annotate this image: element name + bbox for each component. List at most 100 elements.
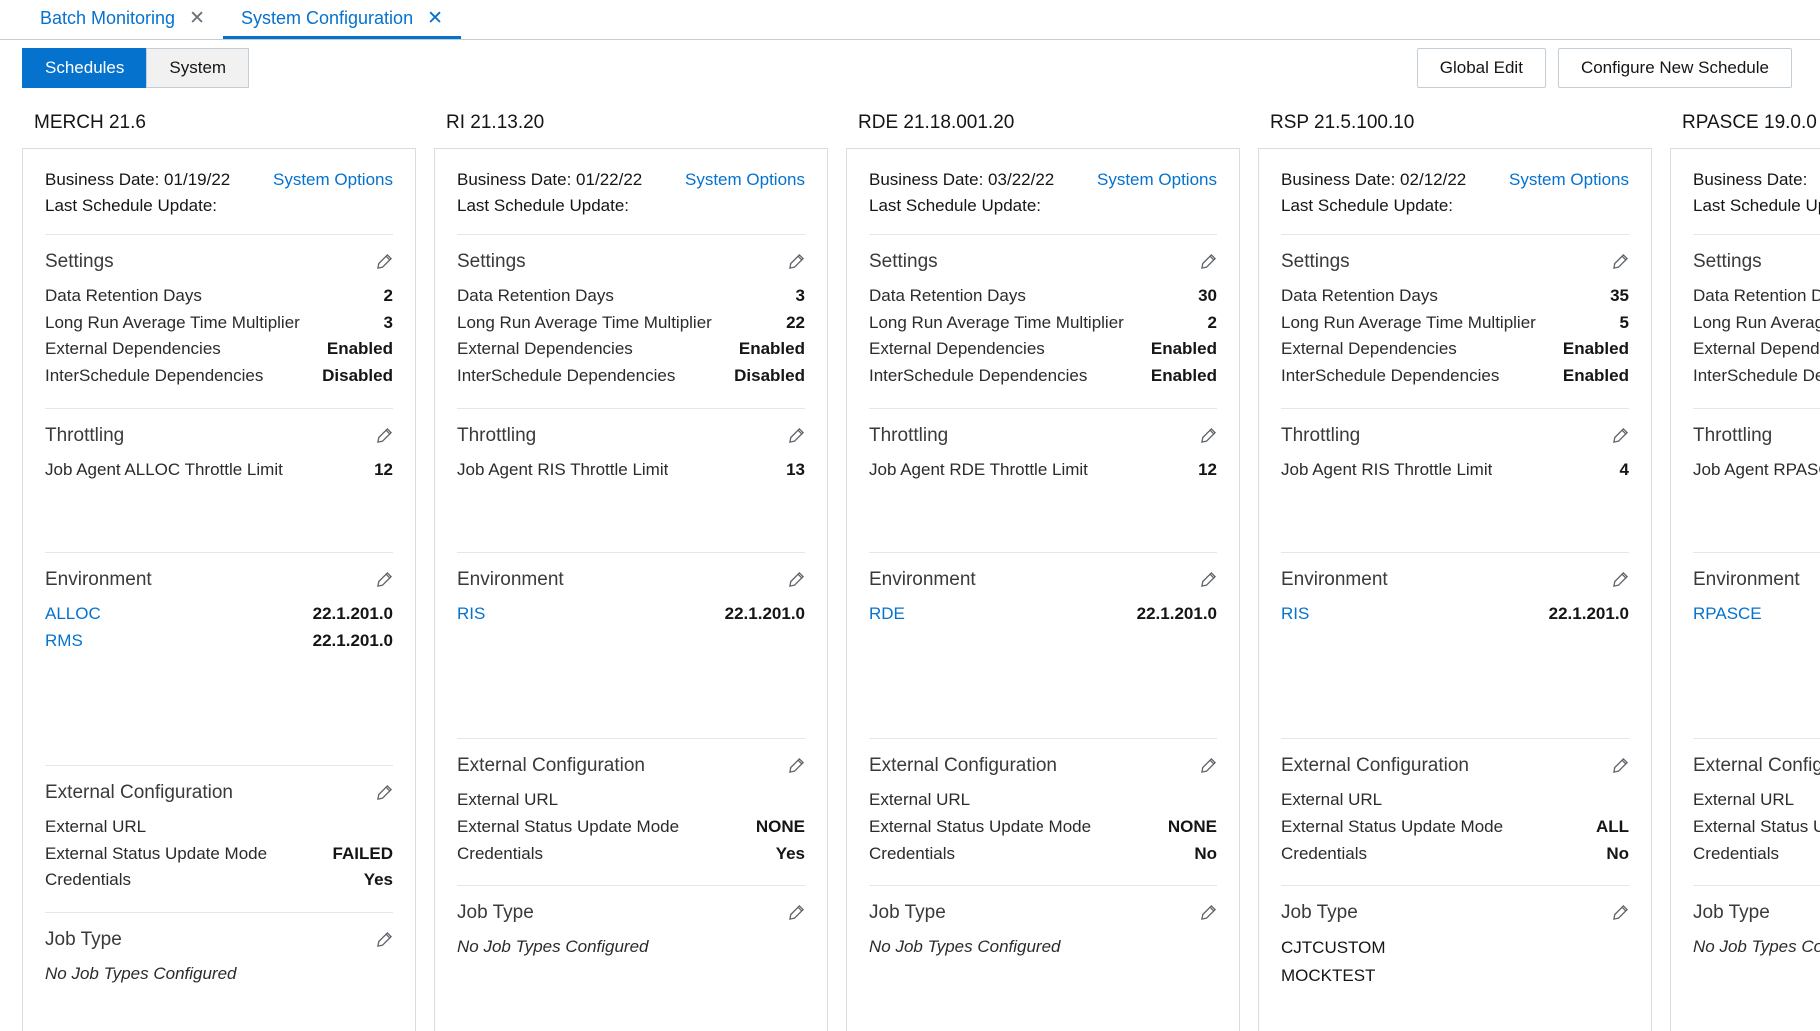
environment-list: RIS 22.1.201.0 <box>457 601 805 628</box>
credentials-value: Yes <box>363 870 393 890</box>
external-status-mode-label: External Status Update Mode <box>869 816 1092 836</box>
edit-pencil-icon[interactable] <box>1199 904 1217 922</box>
environment-spacer <box>45 655 393 747</box>
environment-spacer <box>869 628 1217 720</box>
setting-value: 2 <box>1207 312 1217 332</box>
configure-new-schedule-button[interactable]: Configure New Schedule <box>1557 48 1792 88</box>
card-header: Business Date: 03/22/22 System Options L… <box>869 149 1217 235</box>
edit-pencil-icon[interactable] <box>375 784 393 802</box>
environment-name-link[interactable]: RPASCE <box>1693 601 1762 628</box>
setting-label: Data Retention Days <box>1281 285 1438 305</box>
edit-pencil-icon[interactable] <box>787 253 805 271</box>
system-options-link[interactable]: System Options <box>1097 167 1217 193</box>
setting-value: 30 <box>1198 285 1217 305</box>
environment-row: RIS 22.1.201.0 <box>1281 601 1629 628</box>
edit-pencil-icon[interactable] <box>1611 904 1629 922</box>
setting-label: External Dependencies <box>45 339 221 359</box>
card-header: Business Date: 01/19/22 System Options L… <box>45 149 393 235</box>
no-job-types-note: No Job Types Configured <box>45 964 237 984</box>
setting-row: InterSchedule Dependencies Disabled <box>457 363 805 390</box>
credentials-value: No <box>1606 843 1629 863</box>
environment-spacer <box>457 628 805 720</box>
throttling-section: Throttling Job Agent ALLOC Throttle Limi… <box>45 409 393 553</box>
setting-value: 22 <box>786 312 805 332</box>
edit-pencil-icon[interactable] <box>375 253 393 271</box>
no-job-types-note: No Job Types Configured <box>1693 937 1820 957</box>
throttle-value: 13 <box>786 460 805 480</box>
setting-label: InterSchedule Dependencies <box>45 366 264 386</box>
edit-pencil-icon[interactable] <box>1199 571 1217 589</box>
view-switcher: Schedules System <box>22 48 250 88</box>
last-schedule-update: Last Schedule Update: <box>45 196 218 216</box>
edit-pencil-icon[interactable] <box>375 931 393 949</box>
environment-name-link[interactable]: ALLOC <box>45 601 101 628</box>
environment-name-link[interactable]: RIS <box>457 601 485 628</box>
edit-pencil-icon[interactable] <box>1611 571 1629 589</box>
setting-label: InterSchedule Dependencies <box>1281 366 1500 386</box>
throttle-row: Job Agent RPASCE Throttle Limit <box>1693 457 1820 484</box>
external-row: External URL <box>45 814 393 841</box>
settings-section: Settings Data Retention Days 35 Long Run … <box>1281 235 1629 410</box>
environment-name-link[interactable]: RDE <box>869 601 905 628</box>
schedule-card-wrapper-1: RI 21.13.20 Business Date: 01/22/22 Syst… <box>434 96 846 1031</box>
job-type-title: Job Type <box>1281 902 1358 924</box>
environment-title: Environment <box>1281 568 1388 590</box>
tab-system-configuration[interactable]: System Configuration ✕ <box>223 0 462 39</box>
throttling-section: Throttling Job Agent RDE Throttle Limit 1… <box>869 409 1217 553</box>
edit-pencil-icon[interactable] <box>1199 757 1217 775</box>
no-job-types-note: No Job Types Configured <box>457 937 649 957</box>
edit-pencil-icon[interactable] <box>787 427 805 445</box>
segment-schedules[interactable]: Schedules <box>22 48 147 88</box>
schedule-card: Business Date: 01/22/22 System Options L… <box>434 148 828 1031</box>
global-edit-button[interactable]: Global Edit <box>1416 48 1546 88</box>
environment-title: Environment <box>869 568 976 590</box>
setting-value: Disabled <box>322 366 393 386</box>
environment-name-link[interactable]: RIS <box>1281 601 1309 628</box>
throttle-spacer <box>869 484 1217 534</box>
system-options-link[interactable]: System Options <box>273 167 393 193</box>
edit-pencil-icon[interactable] <box>375 427 393 445</box>
setting-value: 3 <box>795 285 805 305</box>
edit-pencil-icon[interactable] <box>787 904 805 922</box>
setting-value: Enabled <box>738 339 805 359</box>
edit-pencil-icon[interactable] <box>1199 253 1217 271</box>
schedule-card-wrapper-4: RPASCE 19.0.0 Business Date: System Opti… <box>1670 96 1820 1031</box>
schedule-card-title: RSP 21.5.100.10 <box>1270 112 1415 133</box>
setting-row: Long Run Average Time Multiplier 2 <box>869 310 1217 337</box>
edit-pencil-icon[interactable] <box>1611 427 1629 445</box>
external-row: External Status Update Mode NONE <box>869 814 1217 841</box>
business-date: Business Date: <box>1693 170 1808 189</box>
setting-row: InterSchedule Dependencies Enabled <box>869 363 1217 390</box>
settings-title: Settings <box>869 250 938 272</box>
schedule-card-title: RI 21.13.20 <box>446 112 545 133</box>
tab-batch-monitoring[interactable]: Batch Monitoring ✕ <box>22 0 223 39</box>
segment-system[interactable]: System <box>146 48 250 88</box>
external-status-mode-label: External Status Update Mode <box>1281 816 1504 836</box>
setting-row: Data Retention Days 3 <box>457 283 805 310</box>
last-schedule-update: Last Schedule Update: <box>457 196 630 216</box>
edit-pencil-icon[interactable] <box>1199 427 1217 445</box>
external-configuration-section: External Configuration External URL Exte… <box>1281 739 1629 887</box>
throttling-title: Throttling <box>45 425 125 447</box>
environment-section: Environment RIS 22.1.201.0 <box>1281 553 1629 739</box>
setting-label: Long Run Average Time Multiplier <box>869 312 1124 332</box>
settings-section: Settings Data Retention Days 2 Long Run A… <box>45 235 393 410</box>
setting-label: External Dependencies <box>457 339 633 359</box>
close-icon[interactable]: ✕ <box>427 9 443 28</box>
system-options-link[interactable]: System Options <box>1509 167 1629 193</box>
edit-pencil-icon[interactable] <box>787 571 805 589</box>
close-icon[interactable]: ✕ <box>189 9 205 28</box>
external-url-label: External URL <box>1281 789 1383 809</box>
edit-pencil-icon[interactable] <box>1611 253 1629 271</box>
edit-pencil-icon[interactable] <box>375 571 393 589</box>
job-type-item: MOCKTEST <box>1281 965 1376 985</box>
settings-title: Settings <box>45 250 114 272</box>
environment-spacer <box>1281 628 1629 720</box>
edit-pencil-icon[interactable] <box>787 757 805 775</box>
environment-name-link[interactable]: RMS <box>45 628 83 655</box>
edit-pencil-icon[interactable] <box>1611 757 1629 775</box>
system-options-link[interactable]: System Options <box>685 167 805 193</box>
setting-row: Long Run Average Time Multiplier 22 <box>457 310 805 337</box>
schedule-card-strip[interactable]: MERCH 21.6 Business Date: 01/19/22 Syste… <box>0 96 1820 1031</box>
external-row: External Status Update Mode <box>1693 814 1820 841</box>
